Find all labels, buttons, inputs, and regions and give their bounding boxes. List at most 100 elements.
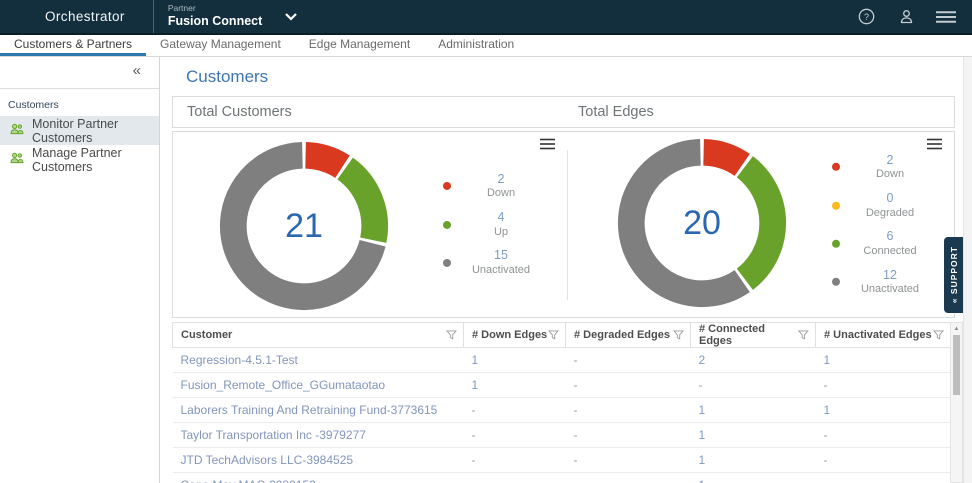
column-header-customer: Customer: [173, 323, 464, 348]
cell-unactivated: -: [816, 448, 951, 473]
table-row: Laborers Training And Retraining Fund-37…: [173, 398, 951, 423]
cell-degraded: -: [566, 423, 691, 448]
customer-link[interactable]: Regression-4.5.1-Test: [173, 348, 464, 373]
scrollbar-thumb[interactable]: [953, 335, 960, 395]
chart-menu-icon[interactable]: [540, 137, 555, 155]
partner-label: Partner: [168, 3, 262, 14]
column-label: # Degraded Edges: [574, 329, 670, 341]
cell-connected[interactable]: 1: [691, 423, 816, 448]
legend-dot-icon: [832, 163, 840, 171]
partner-selector[interactable]: Partner Fusion Connect: [168, 3, 298, 29]
legend-value: 2: [498, 171, 505, 187]
table-row: Taylor Transportation Inc -3979277--1-: [173, 423, 951, 448]
cell-connected[interactable]: 2: [691, 348, 816, 373]
chevron-down-icon: [284, 8, 298, 26]
cell-down[interactable]: 1: [464, 348, 566, 373]
column-header-degraded: # Degraded Edges: [566, 323, 691, 348]
filter-funnel-icon[interactable]: [548, 330, 559, 340]
hamburger-menu-icon[interactable]: [936, 7, 956, 27]
sidebar-collapse-icon[interactable]: «: [133, 62, 141, 79]
tab-edge-management[interactable]: Edge Management: [295, 34, 424, 56]
customers-table: Customer # Down Edges # Degraded Edges # Co…: [172, 322, 950, 483]
column-label: # Connected Edges: [699, 323, 798, 347]
legend-item-down[interactable]: 2Down: [443, 171, 551, 200]
user-icon[interactable]: [896, 7, 916, 27]
customer-link[interactable]: Cape May MAC-3989153: [173, 473, 464, 483]
donut-segment-unactivated[interactable]: [631, 152, 742, 293]
legend-item-degraded[interactable]: 0Degraded: [832, 191, 940, 220]
sidebar-section-customers: Customers: [0, 89, 159, 116]
legend-dot-icon: [443, 259, 451, 267]
table-row: Fusion_Remote_Office_GGumataotao1---: [173, 373, 951, 398]
filter-funnel-icon[interactable]: [673, 330, 684, 340]
customer-link[interactable]: Laborers Training And Retraining Fund-37…: [173, 398, 464, 423]
legend-value: 2: [887, 152, 894, 168]
support-tab-label: « SUPPORT: [949, 246, 959, 303]
customer-link[interactable]: Taylor Transportation Inc -3979277: [173, 423, 464, 448]
cell-down[interactable]: 1: [464, 373, 566, 398]
charts-card: 21 2Down4Up15Unactivated 20 2Down0Degrad…: [172, 131, 955, 318]
donut-segment-down[interactable]: [306, 155, 343, 166]
total-edges-chart: 20 2Down0Degraded6Connected12Unactivated: [568, 132, 956, 317]
cell-connected[interactable]: 1: [691, 448, 816, 473]
cell-down: -: [464, 473, 566, 483]
legend-label: Degraded: [866, 206, 914, 220]
legend-item-up[interactable]: 4Up: [443, 210, 551, 239]
table-row: Cape May MAC-3989153--1-: [173, 473, 951, 483]
legend-value: 15: [494, 248, 508, 264]
cell-down: -: [464, 423, 566, 448]
table-scrollbar[interactable]: ▲: [950, 322, 963, 483]
partner-value: Fusion Connect: [168, 14, 262, 30]
sidebar-item-label: Manage Partner Customers: [32, 146, 159, 174]
cell-unactivated: -: [816, 423, 951, 448]
orchestrator-app: Orchestrator Partner Fusion Connect ? Cu: [0, 0, 972, 483]
page-title: Customers: [186, 67, 268, 87]
filter-funnel-icon[interactable]: [798, 330, 809, 340]
legend-label: Down: [876, 168, 904, 182]
sidebar: « Customers Monitor Partner Customers Ma…: [0, 57, 160, 483]
cell-degraded: -: [566, 473, 691, 483]
legend-value: 6: [887, 229, 894, 245]
cell-unactivated[interactable]: 1: [816, 348, 951, 373]
customer-link[interactable]: JTD TechAdvisors LLC-3984525: [173, 448, 464, 473]
legend-dot-icon: [443, 182, 451, 190]
legend-dot-icon: [832, 201, 840, 209]
sidebar-collapse-strip: «: [0, 57, 159, 89]
top-header: Orchestrator Partner Fusion Connect ?: [0, 0, 972, 35]
legend-item-down[interactable]: 2Down: [832, 152, 940, 181]
tab-administration[interactable]: Administration: [424, 34, 528, 56]
donut-segment-connected[interactable]: [745, 167, 773, 279]
cell-degraded: -: [566, 373, 691, 398]
cell-connected[interactable]: 1: [691, 398, 816, 423]
scrollbar-up-arrow[interactable]: ▲: [951, 323, 962, 335]
customer-link[interactable]: Fusion_Remote_Office_GGumataotao: [173, 373, 464, 398]
cell-connected[interactable]: 1: [691, 473, 816, 483]
filter-funnel-icon[interactable]: [933, 330, 944, 340]
sidebar-item-monitor-partner-customers[interactable]: Monitor Partner Customers: [0, 116, 159, 145]
cell-unactivated: -: [816, 373, 951, 398]
legend-dot-icon: [443, 221, 451, 229]
legend-dot-icon: [832, 278, 840, 286]
legend-item-unactivated[interactable]: 12Unactivated: [832, 267, 940, 296]
help-circle-icon[interactable]: ?: [856, 7, 876, 27]
legend-label: Unactivated: [861, 283, 919, 297]
legend-item-unactivated[interactable]: 15Unactivated: [443, 248, 551, 277]
chart-titles-strip: Total Customers Total Edges: [172, 96, 955, 128]
legend-item-connected[interactable]: 6Connected: [832, 229, 940, 258]
column-label: # Down Edges: [472, 329, 547, 341]
tab-gateway-management[interactable]: Gateway Management: [146, 34, 295, 56]
tab-customers-and-partners[interactable]: Customers & Partners: [0, 34, 146, 56]
sidebar-item-manage-partner-customers[interactable]: Manage Partner Customers: [0, 145, 159, 174]
legend-label: Unactivated: [472, 264, 530, 278]
cell-degraded: -: [566, 348, 691, 373]
legend-dot-icon: [832, 240, 840, 248]
support-tab[interactable]: « SUPPORT: [944, 237, 963, 313]
total-customers-legend: 2Down 4Up 15Unactivated: [443, 171, 551, 277]
donut-segment-down[interactable]: [704, 152, 743, 165]
donut-segment-up[interactable]: [345, 168, 375, 240]
legend-label: Down: [487, 187, 515, 201]
cell-unactivated[interactable]: 1: [816, 398, 951, 423]
filter-funnel-icon[interactable]: [446, 330, 457, 340]
page-scrollbar[interactable]: [963, 57, 972, 483]
total-customers-donut: 21: [215, 137, 393, 320]
